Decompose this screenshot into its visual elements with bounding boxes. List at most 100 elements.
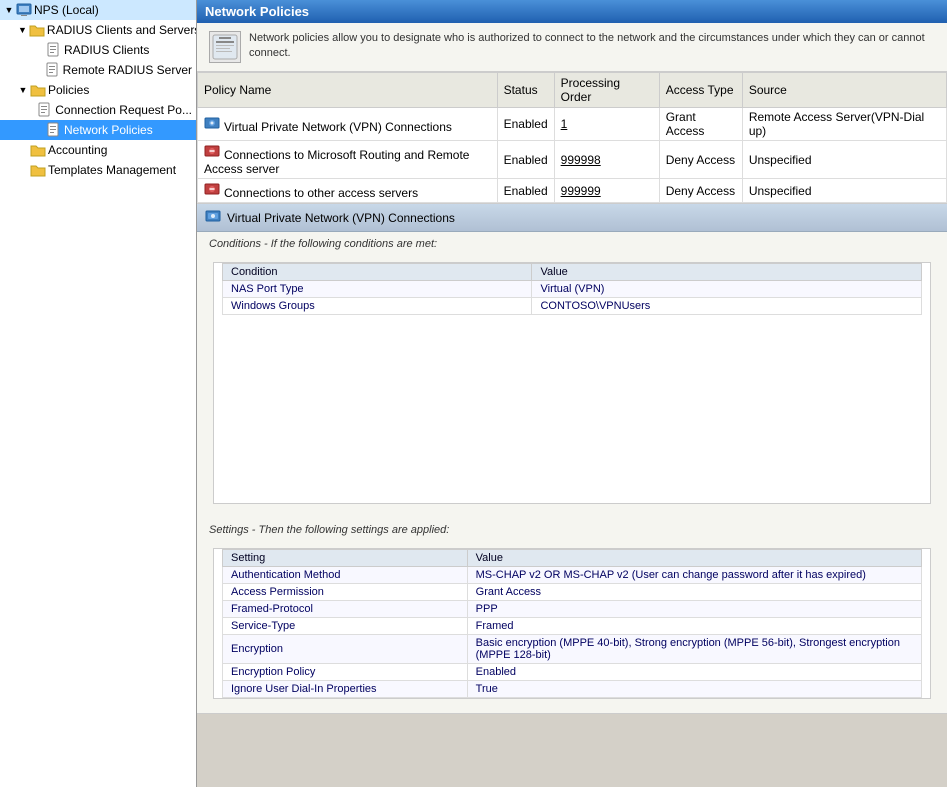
vpn-row-icon	[204, 115, 220, 131]
setting-value: Grant Access	[467, 584, 921, 601]
condition-row: NAS Port Type Virtual (VPN)	[223, 281, 922, 298]
sidebar-item-label: Policies	[48, 83, 89, 97]
setting-name: Authentication Method	[223, 567, 468, 584]
setting-value: Enabled	[467, 664, 921, 681]
table-row[interactable]: Connections to other access servers Enab…	[198, 179, 947, 203]
setting-value: MS-CHAP v2 OR MS-CHAP v2 (User can chang…	[467, 567, 921, 584]
detail-vpn-icon	[205, 208, 221, 227]
policy-table: Policy Name Status Processing Order Acce…	[197, 72, 947, 203]
settings-col-setting: Setting	[223, 550, 468, 567]
setting-value: Framed	[467, 618, 921, 635]
condition-name: Windows Groups	[223, 298, 532, 315]
table-row[interactable]: Virtual Private Network (VPN) Connection…	[198, 108, 947, 141]
policy-table-container: Policy Name Status Processing Order Acce…	[197, 72, 947, 204]
policy-source: Unspecified	[742, 141, 946, 179]
sidebar-item-connection-request[interactable]: Connection Request Po...	[0, 100, 196, 120]
doc-icon	[45, 62, 61, 78]
sidebar-item-nps-local[interactable]: ▼ NPS (Local)	[0, 0, 196, 20]
conditions-section: Conditions - If the following conditions…	[197, 232, 947, 518]
policy-access-type: Deny Access	[659, 179, 742, 203]
settings-table: Setting Value Authentication Method MS-C…	[222, 549, 922, 698]
setting-name: Service-Type	[223, 618, 468, 635]
tree-chevron: ▼	[4, 5, 14, 15]
setting-value: True	[467, 681, 921, 698]
setting-row: Authentication Method MS-CHAP v2 OR MS-C…	[223, 567, 922, 584]
folder-open-icon	[30, 82, 46, 98]
sidebar-item-policies[interactable]: ▼ Policies	[0, 80, 196, 100]
conditions-container: Condition Value NAS Port Type Virtual (V…	[213, 262, 931, 504]
sidebar-item-network-policies[interactable]: Network Policies	[0, 120, 196, 140]
info-banner: Network policies allow you to designate …	[197, 23, 947, 72]
sidebar-item-label: Remote RADIUS Server	[63, 63, 192, 77]
selected-policy-name: Virtual Private Network (VPN) Connection…	[227, 211, 455, 225]
table-row[interactable]: Connections to Microsoft Routing and Rem…	[198, 141, 947, 179]
conditions-col-condition: Condition	[223, 264, 532, 281]
detail-header: Virtual Private Network (VPN) Connection…	[197, 204, 947, 232]
setting-name: Encryption	[223, 635, 468, 664]
policy-access-type: Grant Access	[659, 108, 742, 141]
setting-row: Encryption Basic encryption (MPPE 40-bit…	[223, 635, 922, 664]
settings-container: Setting Value Authentication Method MS-C…	[213, 548, 931, 699]
conditions-table: Condition Value NAS Port Type Virtual (V…	[222, 263, 922, 315]
settings-col-value: Value	[467, 550, 921, 567]
conditions-label: Conditions - If the following conditions…	[197, 232, 947, 256]
policy-name[interactable]: Connections to other access servers	[198, 179, 498, 203]
policy-status: Enabled	[497, 108, 554, 141]
settings-section: Settings - Then the following settings a…	[197, 518, 947, 713]
sidebar-item-label: NPS (Local)	[34, 3, 99, 17]
tree-chevron: ▼	[18, 25, 27, 35]
policy-name[interactable]: Virtual Private Network (VPN) Connection…	[198, 108, 498, 141]
sidebar-item-accounting[interactable]: Accounting	[0, 140, 196, 160]
sidebar-item-label: Accounting	[48, 143, 107, 157]
policy-status: Enabled	[497, 141, 554, 179]
setting-row: Access Permission Grant Access	[223, 584, 922, 601]
policy-name[interactable]: Connections to Microsoft Routing and Rem…	[198, 141, 498, 179]
conditions-area: Condition Value NAS Port Type Virtual (V…	[197, 262, 947, 518]
policy-source: Remote Access Server(VPN-Dial up)	[742, 108, 946, 141]
condition-row: Windows Groups CONTOSO\VPNUsers	[223, 298, 922, 315]
computer-icon	[16, 2, 32, 18]
conditions-col-value: Value	[532, 264, 922, 281]
settings-area: Setting Value Authentication Method MS-C…	[197, 548, 947, 713]
folder-icon	[30, 142, 46, 158]
setting-name: Encryption Policy	[223, 664, 468, 681]
setting-value: Basic encryption (MPPE 40-bit), Strong e…	[467, 635, 921, 664]
deny-row-icon	[204, 181, 220, 197]
setting-row: Service-Type Framed	[223, 618, 922, 635]
selected-policy-detail: Virtual Private Network (VPN) Connection…	[197, 204, 947, 714]
condition-value: Virtual (VPN)	[532, 281, 922, 298]
doc-icon	[37, 102, 53, 118]
sidebar-item-label: Connection Request Po...	[55, 103, 192, 117]
settings-label: Settings - Then the following settings a…	[197, 518, 947, 542]
folder-icon	[30, 162, 46, 178]
main-content: Policy Name Status Processing Order Acce…	[197, 72, 947, 787]
setting-row: Encryption Policy Enabled	[223, 664, 922, 681]
policy-processing-order[interactable]: 1	[554, 108, 659, 141]
sidebar-item-label: Network Policies	[64, 123, 153, 137]
tree-chevron: ▼	[18, 85, 28, 95]
sidebar-item-remote-radius[interactable]: Remote RADIUS Server	[0, 60, 196, 80]
conditions-inner: Condition Value NAS Port Type Virtual (V…	[214, 263, 930, 503]
setting-row: Ignore User Dial-In Properties True	[223, 681, 922, 698]
setting-name: Access Permission	[223, 584, 468, 601]
panel-title: Network Policies	[197, 0, 947, 23]
sidebar-item-label: RADIUS Clients	[64, 43, 149, 57]
col-source: Source	[742, 73, 946, 108]
col-processing-order: Processing Order	[554, 73, 659, 108]
setting-row: Framed-Protocol PPP	[223, 601, 922, 618]
deny-row-icon	[204, 143, 220, 159]
policy-processing-order[interactable]: 999999	[554, 179, 659, 203]
sidebar-item-templates-management[interactable]: Templates Management	[0, 160, 196, 180]
sidebar-item-label: RADIUS Clients and Servers	[47, 23, 197, 37]
info-icon	[209, 31, 241, 63]
doc-icon	[46, 122, 62, 138]
condition-name: NAS Port Type	[223, 281, 532, 298]
sidebar-item-radius-clients-servers[interactable]: ▼ RADIUS Clients and Servers	[0, 20, 196, 40]
policy-processing-order[interactable]: 999998	[554, 141, 659, 179]
col-policy-name: Policy Name	[198, 73, 498, 108]
setting-name: Ignore User Dial-In Properties	[223, 681, 468, 698]
folder-open-icon	[29, 22, 45, 38]
sidebar-item-radius-clients[interactable]: RADIUS Clients	[0, 40, 196, 60]
col-access-type: Access Type	[659, 73, 742, 108]
setting-value: PPP	[467, 601, 921, 618]
